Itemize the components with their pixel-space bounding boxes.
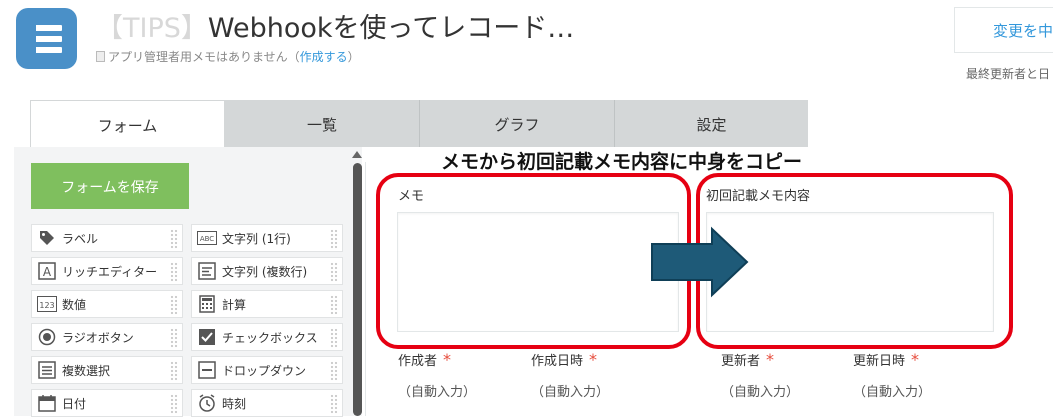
palette-item-rich-editor[interactable]: A リッチエディター [31, 257, 183, 285]
palette-item-text: 数値 [62, 297, 87, 312]
drag-handle[interactable] [170, 262, 178, 282]
list-icon-dot [30, 47, 36, 53]
created-at-label-text: 作成日時 [531, 354, 584, 369]
drag-handle[interactable] [170, 328, 178, 348]
tag-icon [36, 227, 58, 249]
creator-field-label: 作成者 * [398, 350, 451, 369]
svg-text:123: 123 [39, 301, 54, 310]
palette-item-text: ドロップダウン [222, 363, 307, 378]
palette-item-text: 時刻 [222, 396, 247, 411]
apply-changes-button[interactable]: 変更を中 [954, 7, 1053, 53]
admin-memo-close: ） [347, 50, 360, 64]
palette-item-text: 日付 [62, 396, 87, 411]
multi-select-icon [36, 359, 58, 381]
calculator-icon [196, 293, 218, 315]
palette-item-text: チェックボックス [222, 330, 318, 345]
last-updated-label: 最終更新者と日 [966, 67, 1051, 81]
dropdown-icon [196, 359, 218, 381]
palette-item-checkbox[interactable]: チェックボックス [191, 323, 343, 351]
created-at-auto-value: （自動入力） [531, 385, 610, 400]
updater-label-text: 更新者 [721, 354, 761, 369]
palette-item-text: 計算 [222, 297, 247, 312]
text-single-line-icon: ABC [196, 227, 218, 249]
app-title: 【TIPS】Webhookを使ってレコード… [96, 6, 574, 45]
drag-handle[interactable] [170, 361, 178, 381]
tab-list[interactable]: 一覧 [225, 100, 420, 147]
tab-graph[interactable]: グラフ [420, 100, 615, 147]
palette-item-text: ラベル [62, 231, 99, 246]
palette-scrollbar[interactable] [353, 163, 362, 416]
app-icon [16, 8, 77, 69]
drag-handle[interactable] [170, 229, 178, 249]
updated-at-field-label: 更新日時 * [853, 350, 919, 369]
palette-item-text-multi[interactable]: 文字列 (複数行) [191, 257, 343, 285]
drag-handle[interactable] [330, 295, 338, 315]
admin-memo-text: アプリ管理者用メモはありません（ [108, 50, 300, 64]
list-icon-dot [30, 25, 36, 31]
app-title-prefix: 【TIPS】 [96, 13, 208, 44]
scroll-up-icon[interactable] [352, 151, 362, 158]
creator-auto-value: （自動入力） [398, 385, 477, 400]
create-memo-link[interactable]: 作成する [300, 50, 348, 64]
tab-settings[interactable]: 設定 [615, 100, 808, 147]
palette-item-calc[interactable]: 計算 [191, 290, 343, 318]
required-mark: * [911, 350, 920, 369]
rich-editor-icon: A [36, 260, 58, 282]
list-icon-line [32, 36, 62, 42]
palette-item-text: リッチエディター [62, 264, 158, 279]
updated-at-auto-value: （自動入力） [853, 385, 932, 400]
palette-item-text: ラジオボタン [62, 330, 134, 345]
palette-item-number[interactable]: 123 数値 [31, 290, 183, 318]
palette-item-text: 複数選択 [62, 363, 111, 378]
save-form-button[interactable]: フォームを保存 [31, 163, 189, 209]
created-at-field-label: 作成日時 * [531, 350, 597, 369]
updated-at-label-text: 更新日時 [853, 354, 906, 369]
palette-item-label[interactable]: ラベル [31, 224, 183, 252]
palette-item-text: 文字列 (1行) [222, 231, 291, 246]
copy-arrow-icon [651, 226, 749, 298]
number-icon: 123 [36, 293, 58, 315]
svg-text:ABC: ABC [200, 235, 214, 243]
drag-handle[interactable] [170, 394, 178, 414]
updater-auto-value: （自動入力） [721, 385, 800, 400]
clock-icon [196, 392, 218, 414]
tab-bar: フォーム 一覧 グラフ 設定 [30, 100, 808, 147]
required-mark: * [443, 350, 452, 369]
checkbox-icon [196, 326, 218, 348]
list-icon-line [32, 25, 62, 31]
palette-item-date[interactable]: 日付 [31, 389, 183, 417]
annotation-text: メモから初回記載メモ内容に中身をコピー [441, 151, 803, 173]
tab-form[interactable]: フォーム [30, 100, 225, 147]
document-icon [96, 51, 105, 62]
svg-text:A: A [43, 265, 52, 279]
radio-icon [36, 326, 58, 348]
palette-item-multi-select[interactable]: 複数選択 [31, 356, 183, 384]
admin-memo-line: アプリ管理者用メモはありません（作成する） [96, 48, 360, 65]
app-title-text: Webhookを使ってレコード… [207, 13, 575, 44]
drag-handle[interactable] [330, 328, 338, 348]
palette-item-text: 文字列 (複数行) [222, 264, 308, 279]
drag-handle[interactable] [170, 295, 178, 315]
palette-item-dropdown[interactable]: ドロップダウン [191, 356, 343, 384]
drag-handle[interactable] [330, 394, 338, 414]
required-mark: * [589, 350, 598, 369]
text-multi-line-icon [196, 260, 218, 282]
list-icon-dot [30, 36, 36, 42]
updater-field-label: 更新者 * [721, 350, 774, 369]
required-mark: * [766, 350, 775, 369]
palette-item-radio[interactable]: ラジオボタン [31, 323, 183, 351]
drag-handle[interactable] [330, 361, 338, 381]
palette-item-text-single[interactable]: ABC 文字列 (1行) [191, 224, 343, 252]
palette-item-time[interactable]: 時刻 [191, 389, 343, 417]
memo-highlight-frame [376, 173, 691, 349]
creator-label-text: 作成者 [398, 354, 438, 369]
drag-handle[interactable] [330, 262, 338, 282]
list-icon-line [32, 47, 62, 53]
drag-handle[interactable] [330, 229, 338, 249]
calendar-icon [36, 392, 58, 414]
